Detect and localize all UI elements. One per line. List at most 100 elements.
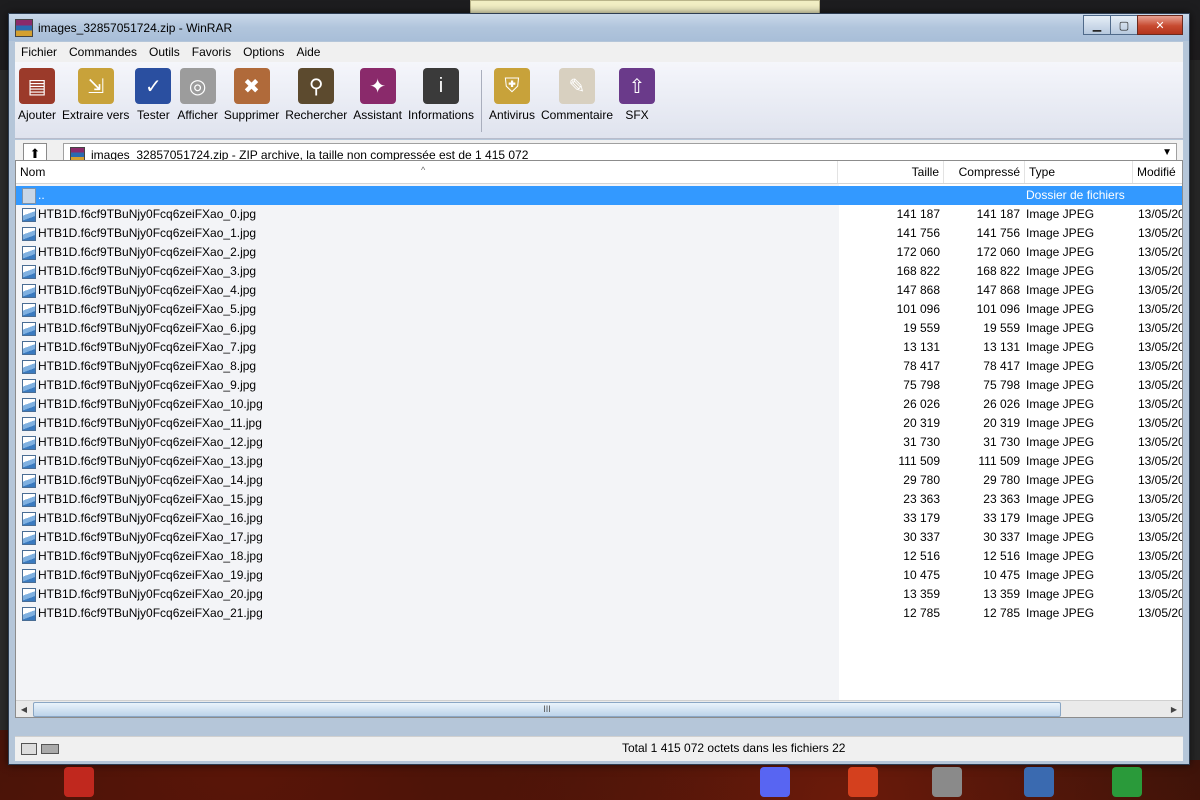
audio-icon[interactable] — [932, 767, 962, 797]
file-row[interactable]: HTB1D.f6cf9TBuNjy0Fcq6zeiFXao_5.jpg 101 0… — [16, 300, 1182, 319]
toolbar-button-commentaire[interactable]: ✎ Commentaire — [538, 68, 616, 122]
toolbar-button-assistant[interactable]: ✦ Assistant — [350, 68, 405, 122]
dropdown-arrow-icon[interactable]: ▼ — [1162, 147, 1172, 158]
toolbar-button-informations[interactable]: i Informations — [405, 68, 477, 122]
jpeg-image-icon — [22, 341, 36, 355]
file-row[interactable]: HTB1D.f6cf9TBuNjy0Fcq6zeiFXao_2.jpg 172 0… — [16, 243, 1182, 262]
file-row[interactable]: HTB1D.f6cf9TBuNjy0Fcq6zeiFXao_1.jpg 141 7… — [16, 224, 1182, 243]
network-icon[interactable] — [1024, 767, 1054, 797]
file-row[interactable]: HTB1D.f6cf9TBuNjy0Fcq6zeiFXao_17.jpg 30 3… — [16, 528, 1182, 547]
file-compressed-size: 75 798 — [983, 378, 1020, 392]
file-row[interactable]: HTB1D.f6cf9TBuNjy0Fcq6zeiFXao_12.jpg 31 7… — [16, 433, 1182, 452]
menu-outils[interactable]: Outils — [143, 45, 186, 59]
file-row[interactable]: HTB1D.f6cf9TBuNjy0Fcq6zeiFXao_7.jpg 13 13… — [16, 338, 1182, 357]
column-header-size[interactable]: Taille — [838, 161, 944, 183]
file-row[interactable]: HTB1D.f6cf9TBuNjy0Fcq6zeiFXao_15.jpg 23 3… — [16, 490, 1182, 509]
file-type: Image JPEG — [1026, 606, 1095, 620]
column-header-name[interactable]: Nom ^ — [16, 161, 838, 183]
discord-icon[interactable] — [760, 767, 790, 797]
file-compressed-size: 33 179 — [983, 511, 1020, 525]
file-row[interactable]: HTB1D.f6cf9TBuNjy0Fcq6zeiFXao_8.jpg 78 41… — [16, 357, 1182, 376]
file-size: 23 363 — [903, 492, 940, 506]
parent-folder-row[interactable]: .. Dossier de fichiers — [16, 186, 1182, 205]
file-size: 12 785 — [903, 606, 940, 620]
file-modified: 13/05/20 — [1138, 435, 1183, 449]
file-type: Image JPEG — [1026, 549, 1095, 563]
file-name: HTB1D.f6cf9TBuNjy0Fcq6zeiFXao_17.jpg — [38, 530, 263, 544]
toolbar-button-label: Afficher — [177, 108, 218, 122]
jpeg-image-icon — [22, 284, 36, 298]
file-compressed-size: 20 319 — [983, 416, 1020, 430]
toolbar-button-antivirus[interactable]: ⛨ Antivirus — [486, 68, 538, 122]
menu-favoris[interactable]: Favoris — [186, 45, 237, 59]
toolbar-button-sfx[interactable]: ⇧ SFX — [616, 68, 658, 122]
jpeg-image-icon — [22, 265, 36, 279]
file-size: 101 096 — [896, 302, 940, 316]
file-row[interactable]: HTB1D.f6cf9TBuNjy0Fcq6zeiFXao_14.jpg 29 7… — [16, 471, 1182, 490]
file-row[interactable]: HTB1D.f6cf9TBuNjy0Fcq6zeiFXao_21.jpg 12 7… — [16, 604, 1182, 623]
file-type: Image JPEG — [1026, 530, 1095, 544]
chrome-icon[interactable] — [1112, 767, 1142, 797]
file-row[interactable]: HTB1D.f6cf9TBuNjy0Fcq6zeiFXao_20.jpg 13 3… — [16, 585, 1182, 604]
toolbar-button-label: Supprimer — [223, 108, 280, 122]
column-header-type[interactable]: Type — [1025, 161, 1133, 183]
file-compressed-size: 23 363 — [983, 492, 1020, 506]
file-rows: .. Dossier de fichiers HTB1D.f6cf9TBuNjy… — [16, 186, 1182, 623]
file-row[interactable]: HTB1D.f6cf9TBuNjy0Fcq6zeiFXao_6.jpg 19 55… — [16, 319, 1182, 338]
file-row[interactable]: HTB1D.f6cf9TBuNjy0Fcq6zeiFXao_13.jpg 111 … — [16, 452, 1182, 471]
horizontal-scrollbar[interactable]: ◀ III ▶ — [16, 700, 1182, 717]
file-compressed-size: 101 096 — [976, 302, 1020, 316]
minimize-button[interactable]: ▁ — [1083, 15, 1111, 35]
menu-aide[interactable]: Aide — [290, 45, 326, 59]
file-row[interactable]: HTB1D.f6cf9TBuNjy0Fcq6zeiFXao_4.jpg 147 8… — [16, 281, 1182, 300]
drive-icon[interactable] — [21, 743, 37, 755]
toolbar-button-ajouter[interactable]: ▤ Ajouter — [15, 68, 59, 122]
status-bar: Total 1 415 072 octets dans les fichiers… — [15, 736, 1183, 761]
app-icon[interactable] — [848, 767, 878, 797]
jpeg-image-icon — [22, 303, 36, 317]
file-size: 31 730 — [903, 435, 940, 449]
menu-fichier[interactable]: Fichier — [15, 45, 63, 59]
maximize-button[interactable]: ▢ — [1110, 15, 1138, 35]
menu-commandes[interactable]: Commandes — [63, 45, 143, 59]
file-modified: 13/05/20 — [1138, 207, 1183, 221]
column-header-modified[interactable]: Modifié — [1133, 161, 1182, 183]
scroll-right-arrow-icon[interactable]: ▶ — [1166, 701, 1182, 717]
file-row[interactable]: HTB1D.f6cf9TBuNjy0Fcq6zeiFXao_16.jpg 33 1… — [16, 509, 1182, 528]
toolbar-button-label: Rechercher — [285, 108, 348, 122]
jpeg-image-icon — [22, 550, 36, 564]
jpeg-image-icon — [22, 607, 36, 621]
toolbar-button-rechercher[interactable]: ⚲ Rechercher — [282, 68, 350, 122]
file-row[interactable]: HTB1D.f6cf9TBuNjy0Fcq6zeiFXao_11.jpg 20 3… — [16, 414, 1182, 433]
toolbar-button-tester[interactable]: ✓ Tester — [132, 68, 174, 122]
key-icon[interactable] — [41, 744, 59, 754]
toolbar-button-supprimer[interactable]: ✖ Supprimer — [221, 68, 282, 122]
file-row[interactable]: HTB1D.f6cf9TBuNjy0Fcq6zeiFXao_3.jpg 168 8… — [16, 262, 1182, 281]
toolbar-button-afficher[interactable]: ◎ Afficher — [174, 68, 220, 122]
folder-up-icon — [22, 188, 36, 204]
menu-bar: Fichier Commandes Outils Favoris Options… — [15, 42, 1183, 62]
file-row[interactable]: HTB1D.f6cf9TBuNjy0Fcq6zeiFXao_0.jpg 141 1… — [16, 205, 1182, 224]
file-name: HTB1D.f6cf9TBuNjy0Fcq6zeiFXao_21.jpg — [38, 606, 263, 620]
toolbar-button-label: Informations — [407, 108, 474, 122]
file-row[interactable]: HTB1D.f6cf9TBuNjy0Fcq6zeiFXao_10.jpg 26 0… — [16, 395, 1182, 414]
file-compressed-size: 168 822 — [976, 264, 1020, 278]
taskbar — [0, 765, 1200, 800]
menu-options[interactable]: Options — [237, 45, 290, 59]
file-row[interactable]: HTB1D.f6cf9TBuNjy0Fcq6zeiFXao_18.jpg 12 5… — [16, 547, 1182, 566]
file-compressed-size: 31 730 — [983, 435, 1020, 449]
title-bar[interactable]: images_32857051724.zip - WinRAR ▁ ▢ ✕ — [9, 14, 1189, 41]
scroll-left-arrow-icon[interactable]: ◀ — [16, 701, 32, 717]
scrollbar-thumb[interactable]: III — [33, 702, 1061, 717]
file-compressed-size: 26 026 — [983, 397, 1020, 411]
file-row[interactable]: HTB1D.f6cf9TBuNjy0Fcq6zeiFXao_19.jpg 10 4… — [16, 566, 1182, 585]
file-modified: 13/05/20 — [1138, 606, 1183, 620]
close-button[interactable]: ✕ — [1137, 15, 1183, 35]
file-row[interactable]: HTB1D.f6cf9TBuNjy0Fcq6zeiFXao_9.jpg 75 79… — [16, 376, 1182, 395]
toolbar-button-extraire-vers[interactable]: ⇲ Extraire vers — [59, 68, 132, 122]
pdf-icon[interactable] — [64, 767, 94, 797]
winrar-logo-icon — [15, 18, 33, 37]
column-header-compressed[interactable]: Compressé — [944, 161, 1025, 183]
file-modified: 13/05/20 — [1138, 492, 1183, 506]
view-glasses-icon: ◎ — [179, 68, 216, 104]
